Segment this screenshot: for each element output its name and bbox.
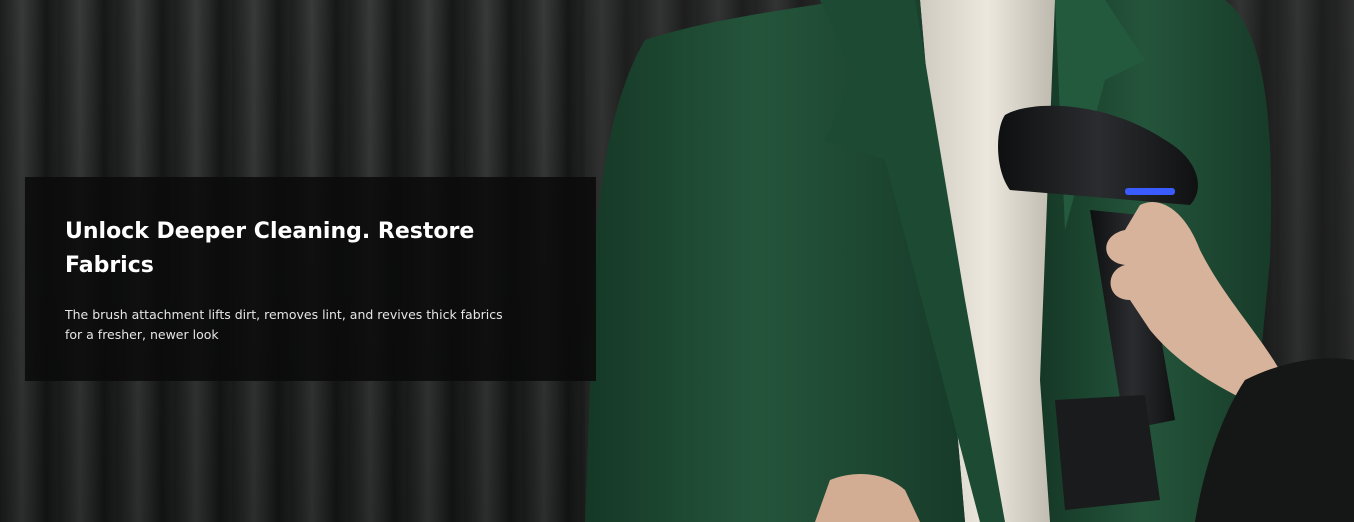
caption-panel: Unlock Deeper Cleaning. Restore Fabrics … bbox=[25, 177, 596, 381]
garment-steamer-icon bbox=[585, 0, 1354, 522]
headline: Unlock Deeper Cleaning. Restore Fabrics bbox=[65, 219, 475, 278]
hero-banner: Unlock Deeper Cleaning. Restore Fabrics … bbox=[0, 0, 1354, 522]
description: The brush attachment lifts dirt, removes… bbox=[65, 307, 503, 342]
